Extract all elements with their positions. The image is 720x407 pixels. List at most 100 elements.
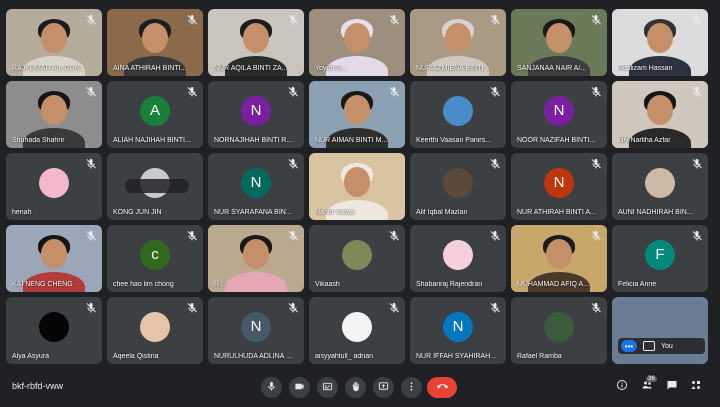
info-button[interactable]	[615, 380, 629, 394]
activities-button[interactable]	[689, 380, 703, 394]
participant-name: henah	[12, 209, 32, 216]
participant-tile[interactable]: Rafael Ramba	[511, 297, 607, 364]
mic-off-icon	[287, 302, 299, 314]
participant-name: NUR IFFAH SYAHIRAH...	[416, 353, 496, 360]
participant-tile[interactable]: N NUR ATHIRAH BINTI A...	[511, 153, 607, 220]
avatar	[39, 311, 69, 342]
camera-icon[interactable]	[643, 341, 655, 351]
participant-tile[interactable]: Alif Iqbal Mazlan	[410, 153, 506, 220]
participant-tile[interactable]: N NUR IFFAH SYAHIRAH...	[410, 297, 506, 364]
participant-tile[interactable]: Nahid Yahya	[309, 153, 405, 220]
chat-button[interactable]	[665, 380, 679, 394]
participant-face	[41, 95, 67, 125]
participant-tile[interactable]: N NURULHUDA ADLINA ...	[208, 297, 304, 364]
mic-off-icon	[85, 158, 97, 170]
raise-hand-icon	[350, 379, 361, 397]
participant-tile[interactable]: Alya Asyura	[6, 297, 102, 364]
participant-name: Vikaash	[315, 281, 340, 288]
participant-name: Shuhada Shahrir	[12, 137, 65, 144]
participant-tile[interactable]: Keerthi Vaasan Panirs...	[410, 81, 506, 148]
avatar: N	[544, 167, 574, 198]
participant-tile[interactable]: NUR AIMAN BINTI M...	[309, 81, 405, 148]
participant-tile[interactable]: F Felicia Anne	[612, 225, 708, 292]
participant-tile[interactable]: Vikaash	[309, 225, 405, 292]
participant-face	[546, 23, 572, 53]
mic-off-icon	[590, 86, 602, 98]
participant-face	[41, 239, 67, 269]
participant-face	[243, 239, 269, 269]
end-call-button[interactable]	[427, 377, 457, 398]
avatar	[544, 311, 574, 342]
participant-face	[344, 95, 370, 125]
participant-tile[interactable]: N NOOR NAZIFAH BINTI...	[511, 81, 607, 148]
participant-name: AUNI NADHIRAH BIN...	[618, 209, 693, 216]
participant-tile[interactable]: N NORNAJIHAH BINTI R...	[208, 81, 304, 148]
participant-tile[interactable]: c chee hao lim chong	[107, 225, 203, 292]
participant-tile[interactable]: Shuhada Shahrir	[6, 81, 102, 148]
avatar: N	[443, 311, 473, 342]
mic-off-icon	[186, 14, 198, 26]
participant-tile[interactable]: AUNI NADHIRAH BIN...	[612, 153, 708, 220]
camera-button[interactable]	[289, 377, 310, 398]
participant-name: KONG JUN JIN	[113, 209, 162, 216]
participant-tile[interactable]: A ALIAH NAJIHAH BINTI...	[107, 81, 203, 148]
participant-name: KAI NENG CHENG	[12, 281, 73, 288]
participant-tile[interactable]: Lily Narliha Azfar	[612, 81, 708, 148]
chat-icon	[666, 378, 678, 396]
participant-name: NUR AZMIENA BINTI...	[416, 65, 490, 72]
avatar: c	[140, 239, 170, 270]
participant-face	[445, 23, 471, 53]
mic-off-icon	[287, 230, 299, 242]
participant-tile[interactable]: KAI NENG CHENG	[6, 225, 102, 292]
participant-name: MUHAMMAD AFIQ A...	[517, 281, 589, 288]
avatar: A	[140, 95, 170, 126]
mic-off-icon	[287, 14, 299, 26]
participant-tile[interactable]: Aqeela Qistina	[107, 297, 203, 364]
avatar	[140, 311, 170, 342]
pin-controls[interactable]	[125, 179, 189, 193]
participant-tile[interactable]: Shabariraj Rajendran	[410, 225, 506, 292]
participant-tile[interactable]: R...	[208, 225, 304, 292]
participant-tile[interactable]: SANJANAA NAIR A/...	[511, 9, 607, 76]
self-label: You	[661, 342, 673, 350]
participant-tile[interactable]: NUR AQILA BINTI ZA...	[208, 9, 304, 76]
present-button[interactable]	[373, 377, 394, 398]
people-button[interactable]: 36	[640, 376, 657, 394]
more-options-button[interactable]: •••	[621, 340, 637, 352]
participant-name: SANJANAA NAIR A/...	[517, 65, 587, 72]
participant-tile[interactable]: henah	[6, 153, 102, 220]
participant-tile[interactable]: AINA ATHIRAH BINTI...	[107, 9, 203, 76]
captions-button[interactable]	[317, 377, 338, 398]
avatar: N	[241, 167, 271, 198]
participant-name: Roslizam Hassan	[618, 65, 673, 72]
avatar	[645, 167, 675, 198]
mic-off-icon	[85, 14, 97, 26]
participant-name: NOOR NAZIFAH BINTI...	[517, 137, 596, 144]
participant-tile[interactable]: ••• You	[612, 297, 708, 364]
mic-off-icon	[691, 14, 703, 26]
participant-name: NURULHUDA ADLINA ...	[214, 353, 292, 360]
participant-name: NORNAJIHAH BINTI R...	[214, 137, 293, 144]
mic-off-icon	[590, 158, 602, 170]
participant-tile[interactable]: Roslizam Hassan	[612, 9, 708, 76]
participant-name: R...	[214, 281, 225, 288]
microphone-button[interactable]	[261, 377, 282, 398]
participant-count-badge: 36	[646, 376, 657, 382]
participant-tile[interactable]: MUHAMMAD AFIQ A...	[511, 225, 607, 292]
more-options-button[interactable]	[401, 377, 422, 398]
participant-name: Aqeela Qistina	[113, 353, 159, 360]
mic-off-icon	[388, 230, 400, 242]
mic-off-icon	[388, 86, 400, 98]
raise-hand-button[interactable]	[345, 377, 366, 398]
participant-name: aisyyahtull_ adnan	[315, 353, 373, 360]
mic-off-icon	[287, 86, 299, 98]
participant-tile[interactable]: aisyyahtull_ adnan	[309, 297, 405, 364]
participant-tile[interactable]: NUR AZMIENA BINTI...	[410, 9, 506, 76]
participant-tile[interactable]: Yoyon S...	[309, 9, 405, 76]
mic-off-icon	[590, 14, 602, 26]
participant-tile[interactable]: N NUR SYARAFANA BIN...	[208, 153, 304, 220]
participant-name: Nahid Yahya	[315, 209, 355, 216]
mic-off-icon	[489, 86, 501, 98]
participant-tile[interactable]: RAJKUMAR A/L GUN...	[6, 9, 102, 76]
participant-tile[interactable]: KONG JUN JIN	[107, 153, 203, 220]
